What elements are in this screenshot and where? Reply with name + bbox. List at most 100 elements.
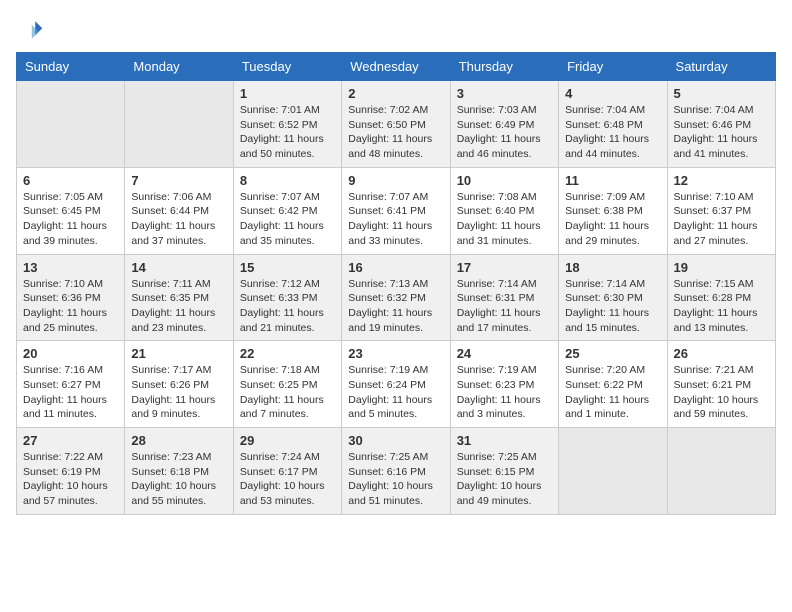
day-number: 14 bbox=[131, 260, 226, 275]
day-number: 25 bbox=[565, 346, 660, 361]
cell-text: Sunrise: 7:10 AM Sunset: 6:36 PM Dayligh… bbox=[23, 277, 118, 336]
calendar-cell: 22 Sunrise: 7:18 AM Sunset: 6:25 PM Dayli… bbox=[233, 341, 341, 428]
cell-text: Sunrise: 7:25 AM Sunset: 6:16 PM Dayligh… bbox=[348, 450, 443, 509]
cell-text: Sunrise: 7:14 AM Sunset: 6:31 PM Dayligh… bbox=[457, 277, 552, 336]
calendar-cell: 28 Sunrise: 7:23 AM Sunset: 6:18 PM Dayli… bbox=[125, 428, 233, 515]
calendar-cell bbox=[667, 428, 775, 515]
calendar-row: 6 Sunrise: 7:05 AM Sunset: 6:45 PM Daylig… bbox=[17, 167, 776, 254]
day-number: 8 bbox=[240, 173, 335, 188]
day-number: 28 bbox=[131, 433, 226, 448]
day-number: 1 bbox=[240, 86, 335, 101]
cell-text: Sunrise: 7:09 AM Sunset: 6:38 PM Dayligh… bbox=[565, 190, 660, 249]
cell-text: Sunrise: 7:03 AM Sunset: 6:49 PM Dayligh… bbox=[457, 103, 552, 162]
day-number: 12 bbox=[674, 173, 769, 188]
calendar-cell: 15 Sunrise: 7:12 AM Sunset: 6:33 PM Dayli… bbox=[233, 254, 341, 341]
calendar-table: SundayMondayTuesdayWednesdayThursdayFrid… bbox=[16, 52, 776, 515]
day-number: 21 bbox=[131, 346, 226, 361]
day-number: 24 bbox=[457, 346, 552, 361]
day-number: 23 bbox=[348, 346, 443, 361]
calendar-cell bbox=[559, 428, 667, 515]
calendar-cell: 2Sunrise: 7:02 AM Sunset: 6:50 PM Daylig… bbox=[342, 81, 450, 168]
day-number: 31 bbox=[457, 433, 552, 448]
calendar-row: 27 Sunrise: 7:22 AM Sunset: 6:19 PM Dayli… bbox=[17, 428, 776, 515]
calendar-cell: 29 Sunrise: 7:24 AM Sunset: 6:17 PM Dayli… bbox=[233, 428, 341, 515]
calendar-cell: 21 Sunrise: 7:17 AM Sunset: 6:26 PM Dayli… bbox=[125, 341, 233, 428]
cell-text: Sunrise: 7:25 AM Sunset: 6:15 PM Dayligh… bbox=[457, 450, 552, 509]
logo-icon bbox=[16, 16, 44, 44]
day-number: 19 bbox=[674, 260, 769, 275]
weekday-header: Wednesday bbox=[342, 53, 450, 81]
cell-text: Sunrise: 7:22 AM Sunset: 6:19 PM Dayligh… bbox=[23, 450, 118, 509]
day-number: 27 bbox=[23, 433, 118, 448]
calendar-cell: 24 Sunrise: 7:19 AM Sunset: 6:23 PM Dayli… bbox=[450, 341, 558, 428]
weekday-header: Sunday bbox=[17, 53, 125, 81]
calendar-cell: 12Sunrise: 7:10 AM Sunset: 6:37 PM Dayli… bbox=[667, 167, 775, 254]
calendar-cell: 3 Sunrise: 7:03 AM Sunset: 6:49 PM Daylig… bbox=[450, 81, 558, 168]
cell-text: Sunrise: 7:02 AM Sunset: 6:50 PM Dayligh… bbox=[348, 103, 443, 162]
calendar-cell: 17 Sunrise: 7:14 AM Sunset: 6:31 PM Dayli… bbox=[450, 254, 558, 341]
cell-text: Sunrise: 7:07 AM Sunset: 6:41 PM Dayligh… bbox=[348, 190, 443, 249]
calendar-header-row: SundayMondayTuesdayWednesdayThursdayFrid… bbox=[17, 53, 776, 81]
calendar-cell: 1 Sunrise: 7:01 AM Sunset: 6:52 PM Daylig… bbox=[233, 81, 341, 168]
cell-text: Sunrise: 7:07 AM Sunset: 6:42 PM Dayligh… bbox=[240, 190, 335, 249]
calendar-row: 1 Sunrise: 7:01 AM Sunset: 6:52 PM Daylig… bbox=[17, 81, 776, 168]
day-number: 6 bbox=[23, 173, 118, 188]
calendar-cell: 7 Sunrise: 7:06 AM Sunset: 6:44 PM Daylig… bbox=[125, 167, 233, 254]
calendar-body: 1 Sunrise: 7:01 AM Sunset: 6:52 PM Daylig… bbox=[17, 81, 776, 515]
day-number: 3 bbox=[457, 86, 552, 101]
page-header bbox=[16, 16, 776, 44]
cell-text: Sunrise: 7:23 AM Sunset: 6:18 PM Dayligh… bbox=[131, 450, 226, 509]
calendar-cell: 30 Sunrise: 7:25 AM Sunset: 6:16 PM Dayli… bbox=[342, 428, 450, 515]
calendar-cell: 31 Sunrise: 7:25 AM Sunset: 6:15 PM Dayli… bbox=[450, 428, 558, 515]
cell-text: Sunrise: 7:18 AM Sunset: 6:25 PM Dayligh… bbox=[240, 363, 335, 422]
logo bbox=[16, 16, 48, 44]
cell-text: Sunrise: 7:06 AM Sunset: 6:44 PM Dayligh… bbox=[131, 190, 226, 249]
day-number: 9 bbox=[348, 173, 443, 188]
calendar-row: 13 Sunrise: 7:10 AM Sunset: 6:36 PM Dayli… bbox=[17, 254, 776, 341]
day-number: 15 bbox=[240, 260, 335, 275]
day-number: 30 bbox=[348, 433, 443, 448]
day-number: 11 bbox=[565, 173, 660, 188]
calendar-cell: 13 Sunrise: 7:10 AM Sunset: 6:36 PM Dayli… bbox=[17, 254, 125, 341]
calendar-cell: 5Sunrise: 7:04 AM Sunset: 6:46 PM Daylig… bbox=[667, 81, 775, 168]
weekday-header: Monday bbox=[125, 53, 233, 81]
calendar-cell: 23 Sunrise: 7:19 AM Sunset: 6:24 PM Dayli… bbox=[342, 341, 450, 428]
day-number: 17 bbox=[457, 260, 552, 275]
calendar-cell: 16Sunrise: 7:13 AM Sunset: 6:32 PM Dayli… bbox=[342, 254, 450, 341]
day-number: 10 bbox=[457, 173, 552, 188]
calendar-cell bbox=[125, 81, 233, 168]
cell-text: Sunrise: 7:01 AM Sunset: 6:52 PM Dayligh… bbox=[240, 103, 335, 162]
calendar-cell: 20Sunrise: 7:16 AM Sunset: 6:27 PM Dayli… bbox=[17, 341, 125, 428]
cell-text: Sunrise: 7:12 AM Sunset: 6:33 PM Dayligh… bbox=[240, 277, 335, 336]
day-number: 13 bbox=[23, 260, 118, 275]
calendar-cell: 6 Sunrise: 7:05 AM Sunset: 6:45 PM Daylig… bbox=[17, 167, 125, 254]
calendar-cell: 9 Sunrise: 7:07 AM Sunset: 6:41 PM Daylig… bbox=[342, 167, 450, 254]
calendar-cell: 27 Sunrise: 7:22 AM Sunset: 6:19 PM Dayli… bbox=[17, 428, 125, 515]
day-number: 29 bbox=[240, 433, 335, 448]
weekday-header: Tuesday bbox=[233, 53, 341, 81]
cell-text: Sunrise: 7:14 AM Sunset: 6:30 PM Dayligh… bbox=[565, 277, 660, 336]
cell-text: Sunrise: 7:19 AM Sunset: 6:23 PM Dayligh… bbox=[457, 363, 552, 422]
cell-text: Sunrise: 7:05 AM Sunset: 6:45 PM Dayligh… bbox=[23, 190, 118, 249]
cell-text: Sunrise: 7:04 AM Sunset: 6:48 PM Dayligh… bbox=[565, 103, 660, 162]
day-number: 18 bbox=[565, 260, 660, 275]
day-number: 16 bbox=[348, 260, 443, 275]
day-number: 4 bbox=[565, 86, 660, 101]
day-number: 20 bbox=[23, 346, 118, 361]
cell-text: Sunrise: 7:19 AM Sunset: 6:24 PM Dayligh… bbox=[348, 363, 443, 422]
calendar-cell: 26Sunrise: 7:21 AM Sunset: 6:21 PM Dayli… bbox=[667, 341, 775, 428]
calendar-row: 20Sunrise: 7:16 AM Sunset: 6:27 PM Dayli… bbox=[17, 341, 776, 428]
weekday-header: Saturday bbox=[667, 53, 775, 81]
day-number: 7 bbox=[131, 173, 226, 188]
day-number: 26 bbox=[674, 346, 769, 361]
cell-text: Sunrise: 7:17 AM Sunset: 6:26 PM Dayligh… bbox=[131, 363, 226, 422]
calendar-cell: 14Sunrise: 7:11 AM Sunset: 6:35 PM Dayli… bbox=[125, 254, 233, 341]
calendar-cell: 10 Sunrise: 7:08 AM Sunset: 6:40 PM Dayli… bbox=[450, 167, 558, 254]
cell-text: Sunrise: 7:08 AM Sunset: 6:40 PM Dayligh… bbox=[457, 190, 552, 249]
weekday-header: Friday bbox=[559, 53, 667, 81]
calendar-cell: 4 Sunrise: 7:04 AM Sunset: 6:48 PM Daylig… bbox=[559, 81, 667, 168]
day-number: 5 bbox=[674, 86, 769, 101]
day-number: 22 bbox=[240, 346, 335, 361]
cell-text: Sunrise: 7:24 AM Sunset: 6:17 PM Dayligh… bbox=[240, 450, 335, 509]
calendar-cell bbox=[17, 81, 125, 168]
